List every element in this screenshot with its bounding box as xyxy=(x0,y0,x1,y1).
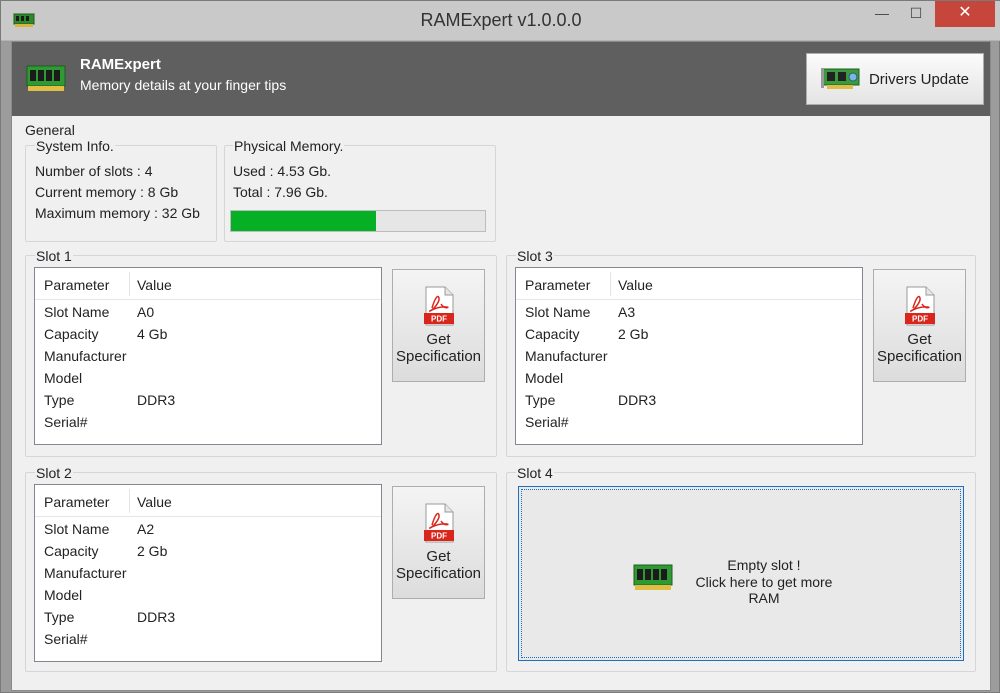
empty-slot-title: Empty slot ! xyxy=(727,557,801,573)
param-cell: Serial# xyxy=(44,631,88,647)
spec-button-line2: Specification xyxy=(395,565,482,582)
parameter-header[interactable]: Parameter xyxy=(525,277,590,293)
value-cell: A3 xyxy=(618,304,636,320)
pdf-badge: PDF xyxy=(912,315,928,324)
param-cell: Slot Name xyxy=(44,521,110,537)
maximum-memory-text: Maximum memory : 32 Gb xyxy=(35,205,200,221)
param-cell: Type xyxy=(44,609,75,625)
used-memory-text: Used : 4.53 Gb. xyxy=(233,163,332,179)
param-cell: Serial# xyxy=(525,414,569,430)
spec-button-line1: Get xyxy=(426,548,451,565)
table-header: Parameter Value xyxy=(516,268,862,300)
param-cell: Capacity xyxy=(44,543,99,559)
value-header[interactable]: Value xyxy=(137,277,172,293)
pdf-badge: PDF xyxy=(431,315,447,324)
value-cell: DDR3 xyxy=(618,392,657,408)
spec-button-line2: Specification xyxy=(395,348,482,365)
column-divider[interactable] xyxy=(129,272,130,296)
param-cell: Manufacturer xyxy=(525,348,608,364)
minimize-button[interactable]: — xyxy=(867,1,897,27)
app-header: RAMExpert Memory details at your finger … xyxy=(12,42,990,116)
slot-1-label: Slot 1 xyxy=(35,248,73,264)
empty-slot-button[interactable]: Empty slot ! Click here to get more RAM xyxy=(518,486,964,661)
slot-2-table[interactable]: Parameter Value Slot Name A2 Capacity 2 … xyxy=(34,484,382,662)
table-header: Parameter Value xyxy=(35,268,381,300)
value-cell: DDR3 xyxy=(137,609,176,625)
ram-chip-icon xyxy=(26,65,66,91)
value-header[interactable]: Value xyxy=(137,494,172,510)
value-header[interactable]: Value xyxy=(618,277,653,293)
value-cell: 2 Gb xyxy=(137,543,168,559)
maximize-button[interactable]: ☐ xyxy=(901,1,931,27)
value-cell: A0 xyxy=(137,304,155,320)
title-bar[interactable]: RAMExpert v1.0.0.0 — ☐ ✕ xyxy=(1,1,1000,41)
slot-3-table[interactable]: Parameter Value Slot Name A3 Capacity 2 … xyxy=(515,267,863,445)
window-title: RAMExpert v1.0.0.0 xyxy=(420,10,582,30)
spec-button-line2: Specification xyxy=(876,348,963,365)
slot-1-spec-button[interactable]: PDF Get Specification xyxy=(392,269,485,382)
param-cell: Capacity xyxy=(44,326,99,342)
slot-1-table[interactable]: Parameter Value Slot Name A0 Capacity 4 … xyxy=(34,267,382,445)
app-name: RAMExpert xyxy=(80,56,161,73)
value-cell: 4 Gb xyxy=(137,326,168,342)
param-cell: Model xyxy=(525,370,564,386)
pdf-icon: PDF xyxy=(424,503,454,543)
general-label: General xyxy=(25,122,75,138)
param-cell: Manufacturer xyxy=(44,565,127,581)
param-cell: Capacity xyxy=(525,326,580,342)
value-cell: A2 xyxy=(137,521,155,537)
total-memory-text: Total : 7.96 Gb. xyxy=(233,184,328,200)
memory-usage-bar xyxy=(230,210,486,232)
param-cell: Type xyxy=(525,392,556,408)
pdf-icon: PDF xyxy=(424,286,454,326)
pdf-badge: PDF xyxy=(431,532,447,541)
slots-count-text: Number of slots : 4 xyxy=(35,163,153,179)
pdf-icon: PDF xyxy=(905,286,935,326)
memory-usage-fill xyxy=(231,211,376,231)
column-divider[interactable] xyxy=(610,272,611,296)
graphics-card-icon xyxy=(820,68,860,89)
param-cell: Slot Name xyxy=(525,304,591,320)
empty-slot-hint: Click here to get more RAM xyxy=(695,574,833,606)
param-cell: Model xyxy=(44,370,83,386)
physical-memory-label: Physical Memory. xyxy=(233,138,345,154)
column-divider[interactable] xyxy=(129,489,130,513)
table-header: Parameter Value xyxy=(35,485,381,517)
drivers-update-label: Drivers Update xyxy=(868,70,970,88)
app-tagline: Memory details at your finger tips xyxy=(80,77,287,93)
slot-4-label: Slot 4 xyxy=(516,465,554,481)
slot-2-spec-button[interactable]: PDF Get Specification xyxy=(392,486,485,599)
param-cell: Model xyxy=(44,587,83,603)
parameter-header[interactable]: Parameter xyxy=(44,494,109,510)
drivers-update-button[interactable]: Drivers Update xyxy=(806,53,984,105)
ram-chip-icon xyxy=(633,564,673,590)
param-cell: Serial# xyxy=(44,414,88,430)
slot-3-spec-button[interactable]: PDF Get Specification xyxy=(873,269,966,382)
app-window: RAMExpert v1.0.0.0 — ☐ ✕ RAMExpert Memor… xyxy=(0,0,1000,693)
parameter-header[interactable]: Parameter xyxy=(44,277,109,293)
slot-3-label: Slot 3 xyxy=(516,248,554,264)
slot-2-label: Slot 2 xyxy=(35,465,73,481)
system-info-label: System Info. xyxy=(35,138,115,154)
param-cell: Type xyxy=(44,392,75,408)
client-area: RAMExpert Memory details at your finger … xyxy=(11,41,991,691)
current-memory-text: Current memory : 8 Gb xyxy=(35,184,179,200)
value-cell: 2 Gb xyxy=(618,326,649,342)
param-cell: Slot Name xyxy=(44,304,110,320)
spec-button-line1: Get xyxy=(426,331,451,348)
value-cell: DDR3 xyxy=(137,392,176,408)
param-cell: Manufacturer xyxy=(44,348,127,364)
spec-button-line1: Get xyxy=(907,331,932,348)
close-button[interactable]: ✕ xyxy=(935,1,995,27)
